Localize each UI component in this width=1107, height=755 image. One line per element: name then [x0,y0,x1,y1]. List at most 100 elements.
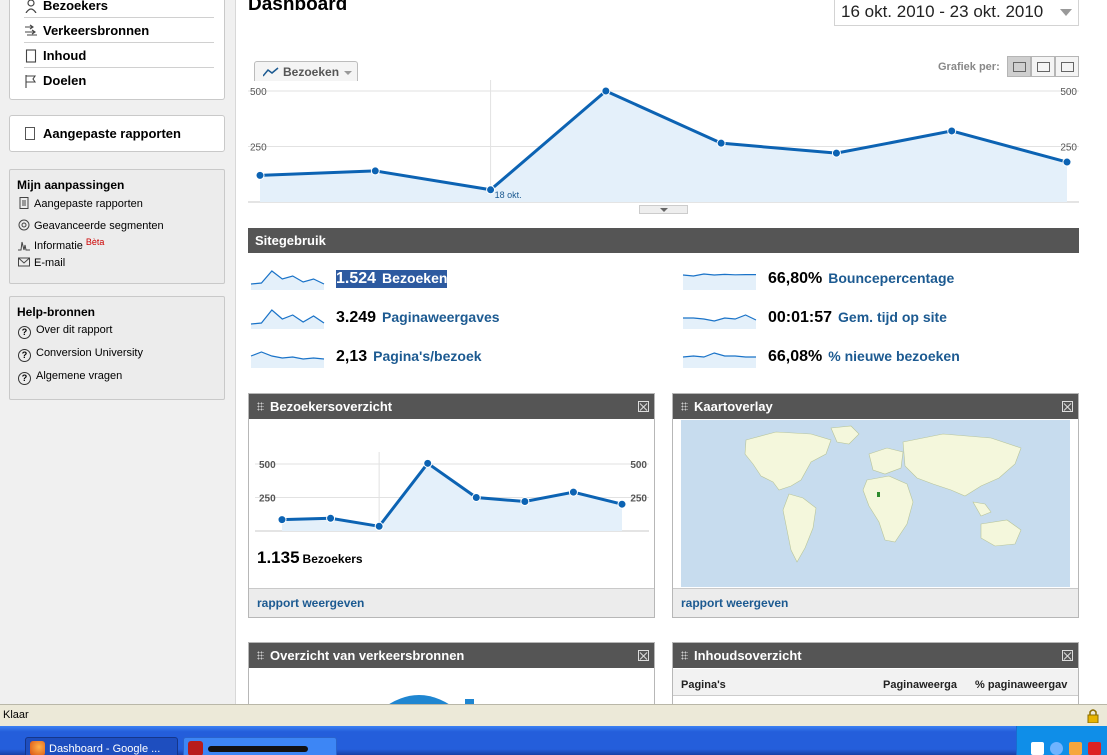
drag-handle-icon[interactable] [681,651,688,660]
stat-label[interactable]: % nieuwe bezoeken [828,348,959,364]
page-icon [25,49,37,63]
flag-icon [25,75,37,88]
nav-item-label: Bezoekers [43,0,109,13]
widget-title: Bezoekersoverzicht [270,399,393,414]
stat-value: 1.524 [336,270,377,287]
help-conversion-university[interactable]: ? Conversion University [18,347,143,362]
nav-item-label: Doelen [43,73,87,88]
y-tick-label-right: 250 [630,494,647,505]
widget-footer: rapport weergeven [249,588,654,617]
y-tick-label-right: 500 [1060,87,1077,98]
sparkline [250,351,325,368]
close-icon[interactable] [1062,401,1073,412]
stat-label[interactable]: Pagina's/bezoek [373,348,481,364]
taskbar-button-filezilla[interactable] [183,737,337,755]
report-navigation: Bezoekers Verkeersbronnen Inhoud Doelen [9,0,225,100]
sparkline-fill [251,310,324,329]
sparkline [682,273,756,290]
graph-by-month-button[interactable] [1055,56,1079,77]
nav-item-visitors[interactable]: Bezoekers [24,0,214,18]
x-point-label: 18 okt. [495,190,522,200]
help-about-report[interactable]: ? Over dit rapport [18,324,112,339]
close-icon[interactable] [638,650,649,661]
chevron-down-icon [344,71,352,75]
column-header[interactable]: Paginaweerga [883,679,957,691]
nav-item-label: Verkeersbronnen [43,23,150,38]
lock-icon[interactable] [1087,708,1099,723]
data-point [947,126,957,136]
page-title: Dashboard [248,0,348,15]
item-label: E-mail [34,257,66,269]
close-icon[interactable] [1062,650,1073,661]
view-report-link[interactable]: rapport weergeven [681,596,788,610]
drag-handle-icon[interactable] [681,402,688,411]
help-common-questions[interactable]: ? Algemene vragen [18,370,122,385]
map-overlay-widget: Kaartoverlay rapport weergeven [672,393,1079,618]
column-header[interactable]: Pagina's [681,679,726,691]
stat-label[interactable]: Bezoeken [382,270,447,286]
data-point [486,185,496,195]
data-point [568,487,578,497]
data-point [277,515,287,525]
visitors-total-label: Bezoekers [302,552,363,566]
drag-handle-icon[interactable] [257,651,264,660]
column-header[interactable]: % paginaweergav [975,679,1067,691]
stat-label[interactable]: Paginaweergaves [382,309,500,325]
volume-icon[interactable] [1069,742,1082,755]
chart-collapse-handle[interactable] [639,205,688,214]
close-icon[interactable] [638,401,649,412]
y-tick-label-left: 500 [259,460,276,471]
sparkline-fill [251,352,324,368]
widget-title: Overzicht van verkeersbronnen [270,648,465,663]
browser-status-bar: Klaar [0,704,1107,726]
day-view-icon [1013,62,1026,72]
data-point [471,493,481,502]
y-tick-label-right: 250 [1060,143,1077,154]
graph-per-label: Grafiek per: [938,61,1000,73]
panel-title: Help-bronnen [17,305,95,319]
customization-custom-reports[interactable]: Aangepaste rapporten [18,197,143,210]
help-icon[interactable] [1031,742,1044,755]
customization-intelligence[interactable]: Informatie Bèta [18,237,104,252]
graph-by-week-button[interactable] [1031,56,1055,77]
pdf-icon[interactable] [1088,742,1101,755]
sparkline-fill [251,271,324,290]
sparkline [683,314,757,329]
beta-badge: Bèta [85,237,105,247]
custom-reports-box[interactable]: Aangepaste rapporten [9,115,225,152]
report-icon [19,197,29,209]
visits-over-time-chart[interactable]: 500 500 250 250 18 okt. [248,80,1079,209]
widget-header: Bezoekersoverzicht [249,394,654,419]
item-label: Aangepaste rapporten [34,198,143,210]
chevron-down-icon [660,208,668,212]
network-icon[interactable] [1050,742,1063,755]
nav-item-traffic-sources[interactable]: Verkeersbronnen [24,19,214,43]
data-point [370,166,380,176]
stat-label[interactable]: Gem. tijd op site [838,309,947,325]
graph-by-day-button[interactable] [1007,56,1031,77]
view-report-link[interactable]: rapport weergeven [257,596,364,610]
metric-selector[interactable]: Bezoeken [254,61,358,81]
stat-label[interactable]: Bouncepercentage [828,270,954,286]
sparkline [250,309,325,329]
nav-item-content[interactable]: Inhoud [24,44,214,68]
y-tick-label-right: 500 [630,460,647,471]
drag-handle-icon[interactable] [257,402,264,411]
taskbar-button-firefox[interactable]: Dashboard - Google ... [25,737,178,755]
item-label: Conversion University [36,347,143,359]
customization-email[interactable]: E-mail [18,256,65,269]
segments-icon [18,219,30,231]
widget-title: Inhoudsoverzicht [694,648,802,663]
my-customizations-panel: Mijn aanpassingen Aangepaste rapporten G… [9,169,225,284]
data-point [423,458,433,468]
question-icon: ? [18,349,31,362]
data-point [374,521,384,531]
section-title: Sitegebruik [255,233,326,248]
nav-item-goals[interactable]: Doelen [24,69,214,93]
date-range-picker[interactable]: 16 okt. 2010 - 23 okt. 2010 [834,0,1079,26]
custom-reports-link[interactable]: Aangepaste rapporten [43,126,181,141]
widget-footer: rapport weergeven [673,588,1078,617]
customization-advanced-segments[interactable]: Geavanceerde segmenten [18,219,164,232]
email-icon [18,257,30,267]
world-map[interactable] [681,420,1070,587]
